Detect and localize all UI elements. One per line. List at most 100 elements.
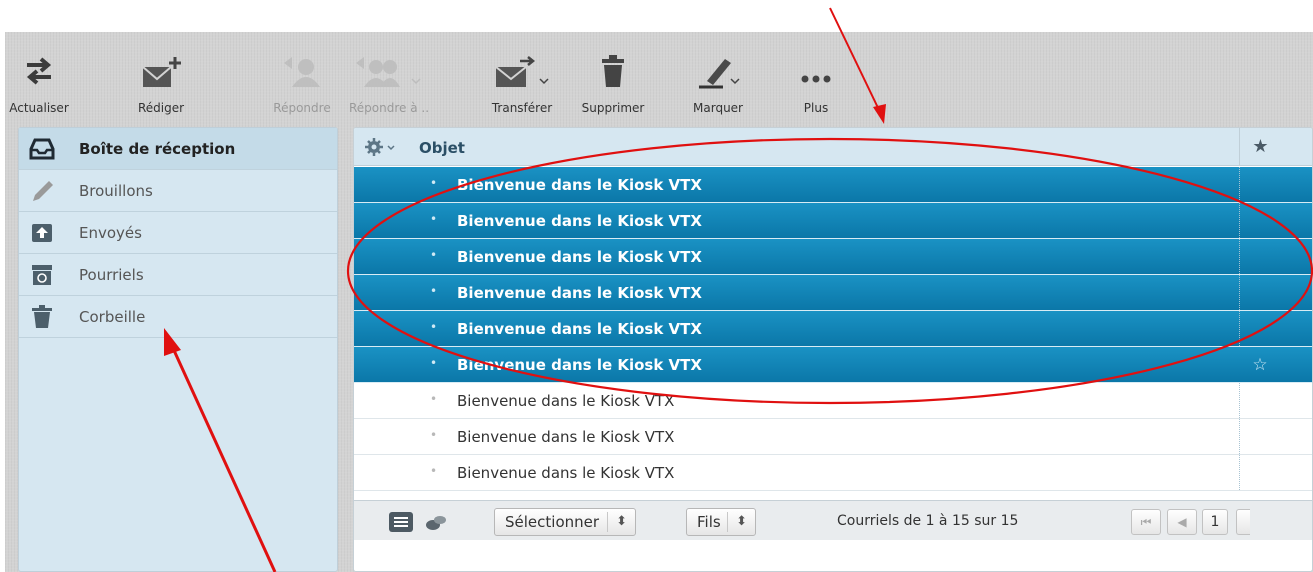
unread-bullet-icon: • [430, 212, 438, 226]
reply-icon [284, 57, 320, 87]
folder-drafts-label: Brouillons [79, 182, 153, 200]
refresh-label: Actualiser [9, 101, 69, 115]
forward-label: Transférer [491, 101, 553, 115]
previous-page-icon: ◀ [1177, 515, 1187, 529]
mark-pen-icon [699, 59, 740, 89]
reply-all-label: Répondre à .. [348, 101, 430, 115]
message-list-footer: Sélectionner ⬍ Fils ⬍ Courriels de 1 à 1… [354, 500, 1312, 540]
message-subject: Bienvenue dans le Kiosk VTX [457, 464, 675, 482]
column-divider [1239, 203, 1240, 238]
forward-envelope-icon [495, 56, 549, 87]
column-divider [1239, 311, 1240, 346]
message-row[interactable]: • Bienvenue dans le Kiosk VTX [354, 239, 1312, 275]
message-subject: Bienvenue dans le Kiosk VTX [457, 248, 702, 266]
folder-trash-label: Corbeille [79, 308, 146, 326]
column-divider [1239, 419, 1240, 454]
previous-page-button[interactable]: ◀ [1167, 509, 1197, 535]
threads-dropdown[interactable]: Fils ⬍ [686, 508, 756, 536]
mark-button[interactable]: Marquer [685, 47, 751, 122]
folder-drafts[interactable]: Brouillons [19, 170, 337, 212]
message-row[interactable]: • Bienvenue dans le Kiosk VTX [354, 203, 1312, 239]
first-page-button[interactable]: ⏮ [1131, 509, 1161, 535]
sent-tray-icon [32, 224, 52, 242]
webmail-app: Actualiser Rédiger Répondre Répondre à .… [5, 32, 1313, 572]
forward-button[interactable]: Transférer [479, 47, 565, 122]
pencil-icon [33, 181, 53, 201]
message-row[interactable]: • Bienvenue dans le Kiosk VTX ☆ [354, 347, 1312, 383]
reply-label: Répondre [273, 101, 331, 115]
refresh-arrows-icon [26, 57, 52, 85]
reply-button[interactable]: Répondre [263, 47, 341, 122]
message-subject: Bienvenue dans le Kiosk VTX [457, 212, 702, 230]
first-page-icon: ⏮ [1140, 515, 1152, 529]
subject-column-header[interactable]: Objet [419, 139, 465, 157]
column-divider [1239, 167, 1240, 202]
inbox-tray-icon [29, 138, 55, 160]
column-divider [1239, 275, 1240, 310]
delete-button[interactable]: Supprimer [573, 47, 653, 122]
message-row[interactable]: • Bienvenue dans le Kiosk VTX [354, 383, 1312, 419]
junk-bin-icon [32, 265, 52, 285]
message-list-header: Objet ★ [354, 128, 1312, 166]
mark-label: Marquer [693, 101, 743, 115]
flag-column-header-star-icon[interactable]: ★ [1239, 128, 1281, 166]
message-row[interactable]: • Bienvenue dans le Kiosk VTX [354, 167, 1312, 203]
folder-list: Boîte de réception Brouillons Envoyés Po… [18, 127, 338, 572]
toolbar: Actualiser Rédiger Répondre Répondre à .… [5, 32, 1313, 124]
trash-icon [602, 55, 624, 87]
message-row[interactable]: • Bienvenue dans le Kiosk VTX [354, 455, 1312, 491]
compose-envelope-icon [142, 57, 181, 87]
message-subject: Bienvenue dans le Kiosk VTX [457, 392, 675, 410]
message-count: Courriels de 1 à 15 sur 15 [837, 513, 1019, 529]
reply-all-button[interactable]: Répondre à .. [341, 47, 437, 122]
unread-bullet-icon: • [430, 284, 438, 298]
next-page-button[interactable] [1236, 509, 1250, 535]
page-number-label: 1 [1210, 514, 1220, 530]
select-dropdown-label: Sélectionner [505, 513, 600, 531]
reply-all-icon [356, 57, 421, 87]
folder-inbox-label: Boîte de réception [79, 140, 236, 158]
message-subject: Bienvenue dans le Kiosk VTX [457, 176, 702, 194]
trash-icon [32, 305, 52, 328]
select-dropdown[interactable]: Sélectionner ⬍ [494, 508, 636, 536]
threads-view-icon[interactable] [424, 513, 448, 533]
list-options-gear-icon[interactable] [364, 137, 400, 157]
compose-label: Rédiger [137, 101, 185, 115]
message-list: Objet ★ • Bienvenue dans le Kiosk VTX • … [353, 127, 1313, 572]
delete-label: Supprimer [581, 101, 645, 115]
folder-inbox[interactable]: Boîte de réception [19, 128, 337, 170]
bullet-icon: • [430, 464, 438, 478]
folder-sent-label: Envoyés [79, 224, 142, 242]
column-divider [1239, 455, 1240, 490]
message-subject: Bienvenue dans le Kiosk VTX [457, 356, 702, 374]
compose-button[interactable]: Rédiger [127, 47, 195, 122]
select-arrows-icon: ⬍ [607, 512, 627, 532]
bullet-icon: • [430, 428, 438, 442]
message-subject: Bienvenue dans le Kiosk VTX [457, 428, 675, 446]
folder-trash[interactable]: Corbeille [19, 296, 337, 338]
column-divider [1239, 239, 1240, 274]
more-dots-icon [801, 75, 831, 83]
message-row[interactable]: • Bienvenue dans le Kiosk VTX [354, 275, 1312, 311]
flag-star-icon[interactable]: ☆ [1239, 347, 1281, 383]
column-divider [1239, 383, 1240, 418]
refresh-button[interactable]: Actualiser [5, 47, 73, 122]
message-row[interactable]: • Bienvenue dans le Kiosk VTX [354, 311, 1312, 347]
message-subject: Bienvenue dans le Kiosk VTX [457, 320, 702, 338]
list-view-icon[interactable] [388, 511, 414, 533]
unread-bullet-icon: • [430, 356, 438, 370]
page-number[interactable]: 1 [1202, 509, 1228, 535]
message-rows: • Bienvenue dans le Kiosk VTX • Bienvenu… [354, 167, 1312, 491]
message-row[interactable]: • Bienvenue dans le Kiosk VTX [354, 419, 1312, 455]
more-label: Plus [803, 101, 829, 115]
bullet-icon: • [430, 392, 438, 406]
threads-dropdown-label: Fils [697, 513, 721, 531]
folder-junk-label: Pourriels [79, 266, 144, 284]
message-subject: Bienvenue dans le Kiosk VTX [457, 284, 702, 302]
folder-junk[interactable]: Pourriels [19, 254, 337, 296]
unread-bullet-icon: • [430, 248, 438, 262]
unread-bullet-icon: • [430, 176, 438, 190]
threads-arrows-icon: ⬍ [727, 512, 747, 532]
folder-sent[interactable]: Envoyés [19, 212, 337, 254]
more-button[interactable]: Plus [789, 47, 843, 122]
